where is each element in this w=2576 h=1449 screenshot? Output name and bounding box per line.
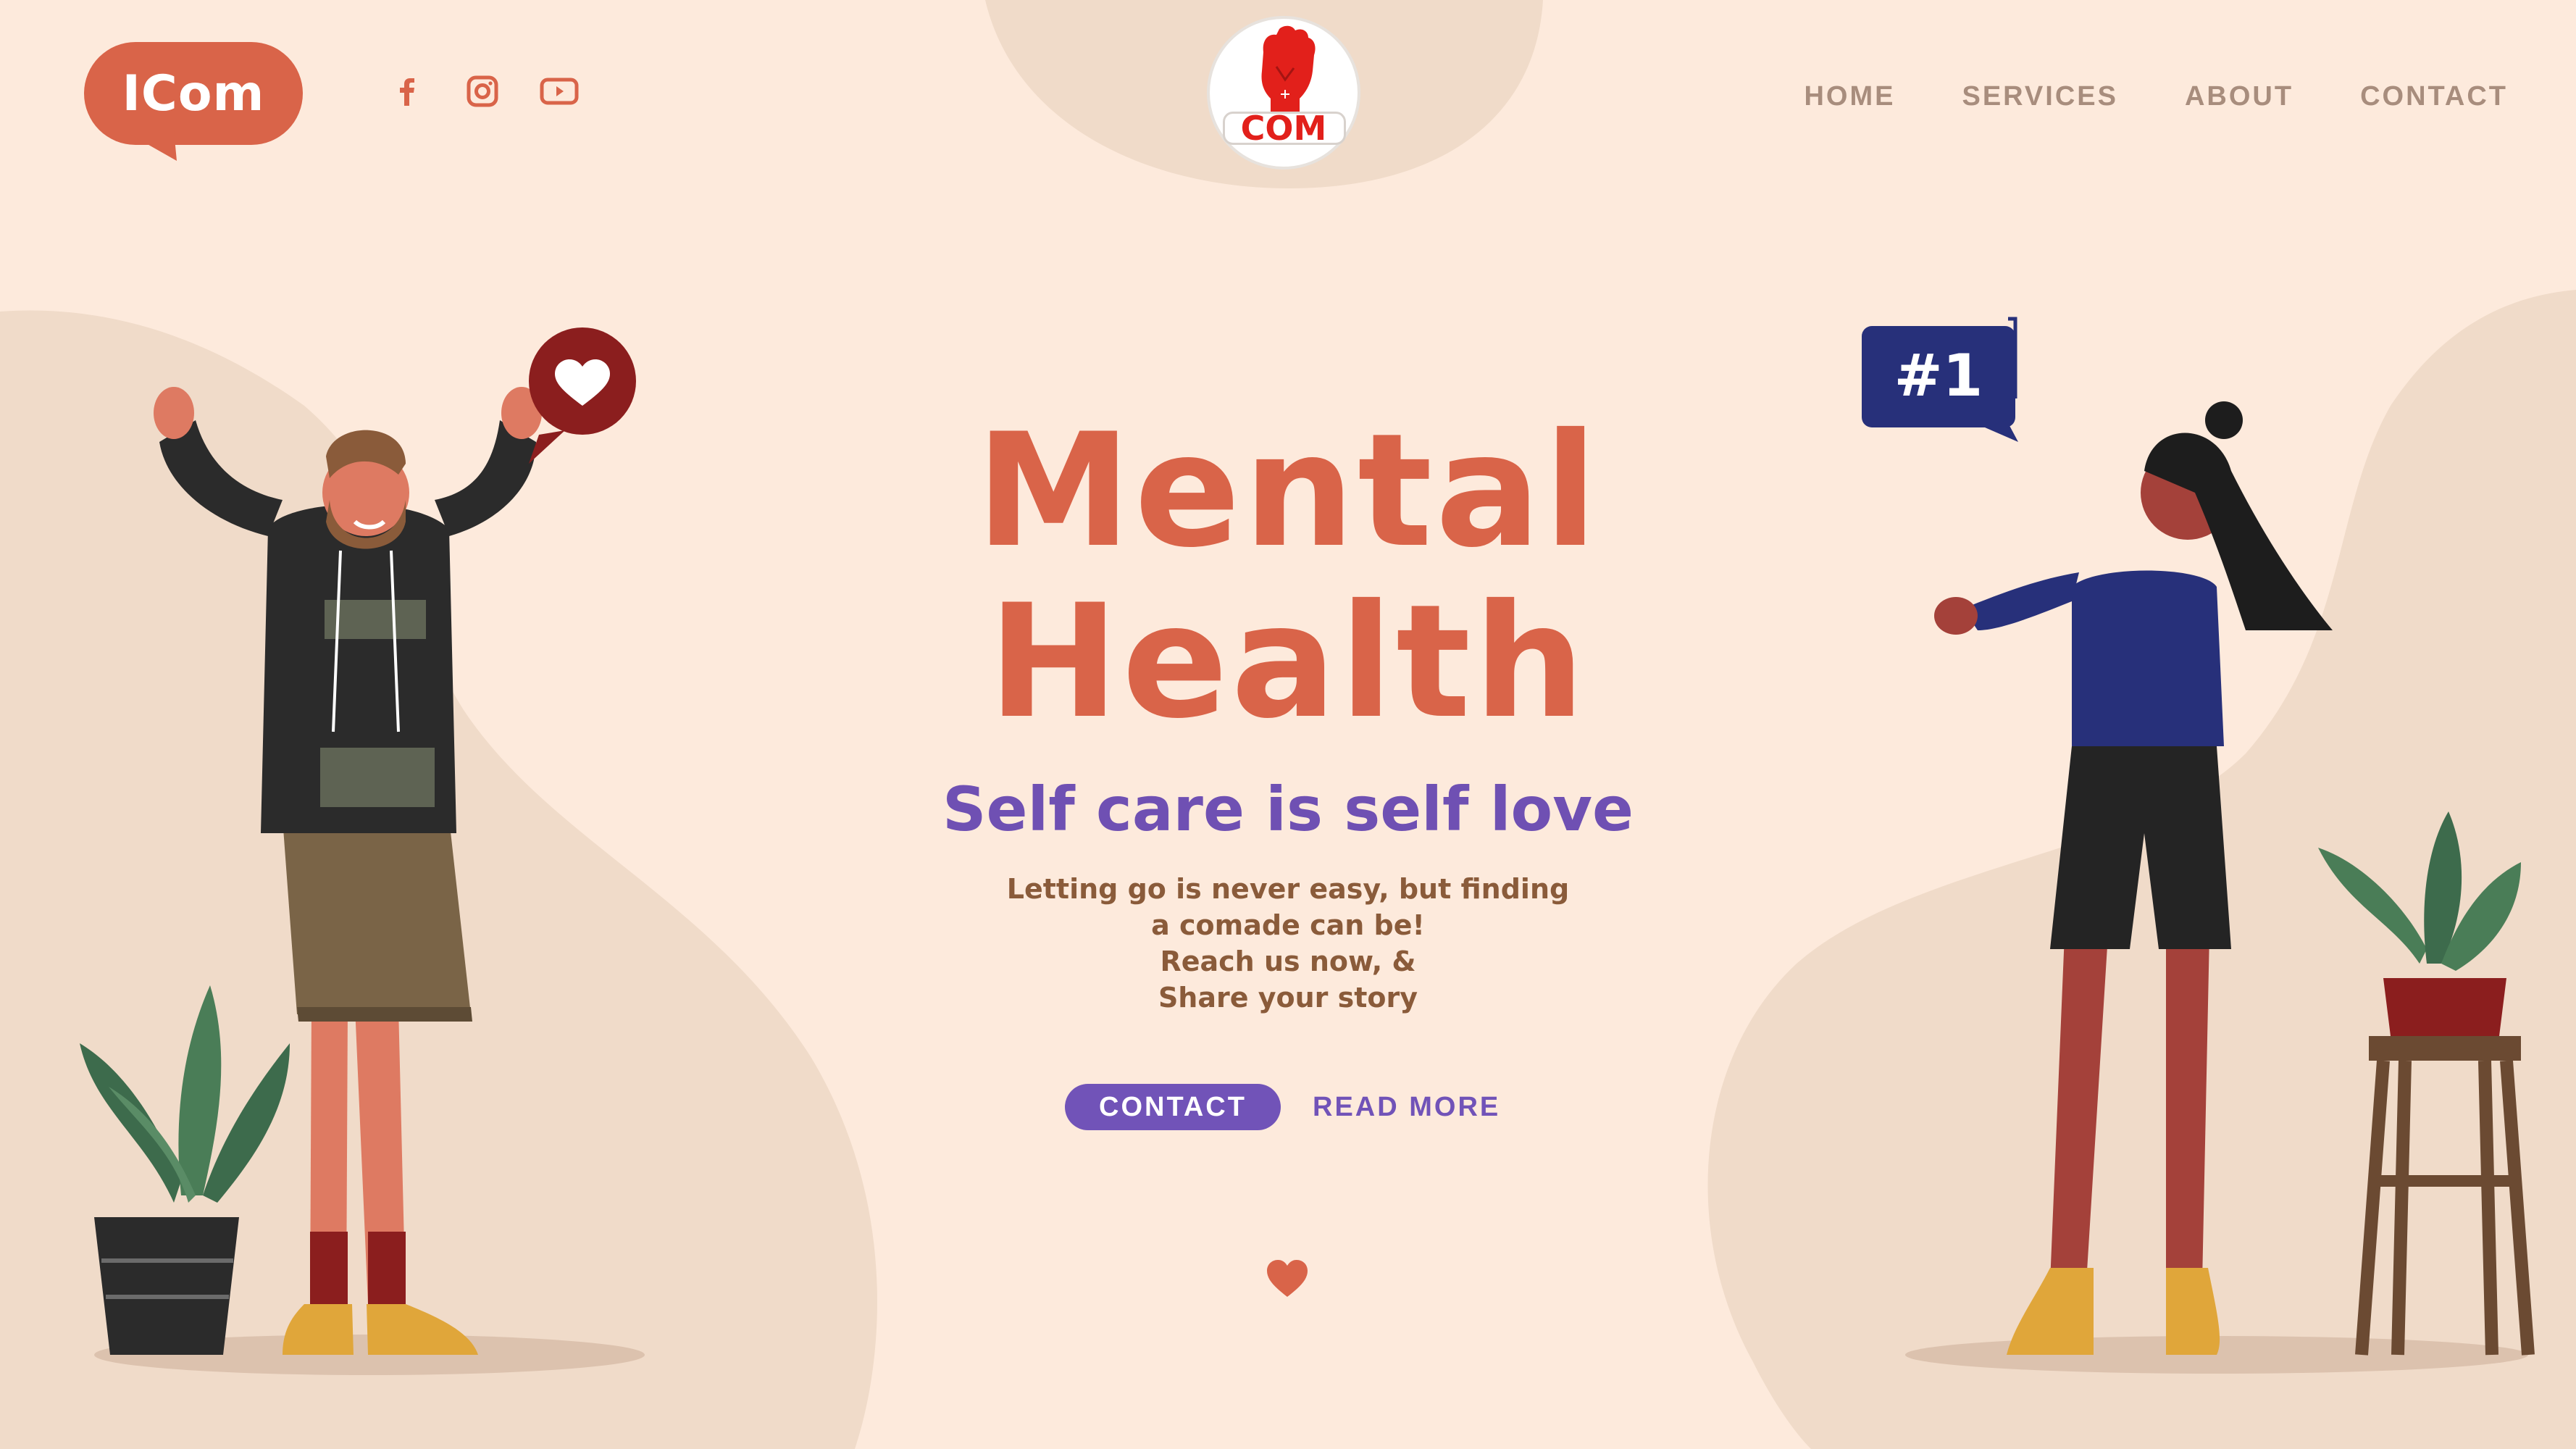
hero-subtitle: Self care is self love [942,774,1634,845]
heart-speech-bubble [529,327,636,464]
logo-text: COM [1240,109,1327,148]
man-cheering-illustration [80,327,645,1375]
hero-body-line: a comade can be! [1151,909,1425,941]
nav-about[interactable]: ABOUT [2185,81,2293,112]
nav-services[interactable]: SERVICES [1962,81,2117,112]
brand-bubble-tail [123,130,177,161]
brand-name: ICom [122,64,265,122]
contact-button[interactable]: CONTACT [1065,1084,1281,1130]
hero-body-text: Letting go is never easy, but finding a … [869,871,1707,1016]
woman-pointing-illustration [1862,317,2535,1374]
heart-icon[interactable] [1266,1259,1309,1298]
read-more-link[interactable]: READ MORE [1313,1084,1500,1130]
hero-body-line: Letting go is never easy, but finding [1006,873,1570,905]
brand-logo-bubble[interactable]: ICom [84,42,303,145]
hero-title-line2: Health [987,571,1589,753]
nav-contact[interactable]: CONTACT [2360,81,2508,112]
hero-body-line: Reach us now, & [1160,945,1416,977]
rank-badge-label: #1 [1894,342,1983,409]
hero-title-line1: Mental [975,400,1601,582]
hero-body-line: Share your story [1158,982,1418,1014]
potted-plant-right [2318,811,2535,1356]
nav-home[interactable]: HOME [1804,81,1895,112]
facebook-icon[interactable] [385,70,429,113]
youtube-icon[interactable] [538,70,581,113]
potted-plant-left [80,985,290,1355]
instagram-icon[interactable] [461,70,504,113]
center-logo[interactable]: COM [1207,16,1360,170]
main-nav: HOME SERVICES ABOUT CONTACT [1737,81,2508,112]
